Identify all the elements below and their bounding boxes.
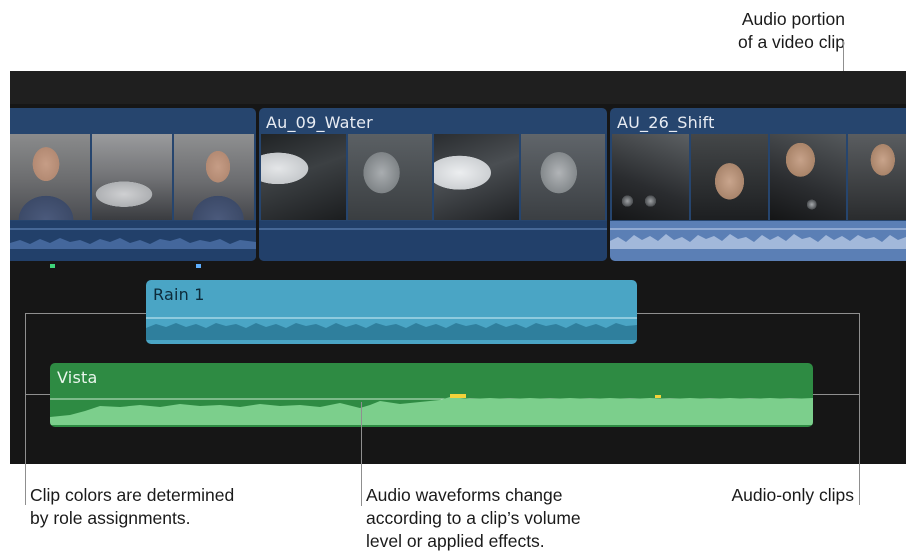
video-clip-au-09-water[interactable]: Au_09_Water (259, 108, 607, 261)
audio-waveform (50, 394, 813, 425)
clip-name: AU_26_Shift (617, 113, 715, 132)
clip-name: Au_09_Water (266, 113, 373, 132)
audio-clip-vista[interactable]: Vista (50, 363, 813, 427)
peak-warning (655, 395, 661, 398)
clip-audio-portion[interactable] (10, 221, 256, 261)
thumbnail-frame (10, 134, 90, 220)
thumbnail-frame (261, 134, 346, 220)
thumbnail-frame (848, 134, 906, 220)
thumbnail-frame (520, 134, 605, 220)
callout-audio-only-leader (859, 313, 860, 505)
audio-waveform (10, 228, 256, 249)
audio-waveform (259, 228, 607, 230)
timeline-top-strip (10, 71, 906, 104)
clip-audio-portion-selected[interactable] (610, 221, 906, 261)
callout-audio-only: Audio-only clips (731, 485, 854, 505)
callout-audio-only-leader (813, 394, 859, 395)
callout-audio-only-leader (637, 313, 859, 314)
callout-clip-colors: Clip colors are determined by role assig… (30, 485, 235, 528)
filmstrip (10, 134, 254, 220)
thumbnail-frame (769, 134, 847, 220)
thumbnail-frame (612, 134, 689, 220)
audio-waveform (610, 228, 906, 249)
thumbnail-frame (434, 134, 519, 220)
callout-audio-portion: Audio portion of a video clip (737, 9, 845, 52)
thumbnail-frame (92, 134, 172, 220)
clip-name: Rain 1 (153, 285, 205, 304)
video-clip-interview[interactable] (10, 108, 256, 261)
callout-clip-colors-leader (25, 394, 50, 395)
clip-marker-green[interactable] (50, 264, 55, 268)
audio-clip-rain-1[interactable]: Rain 1 (146, 280, 637, 344)
timeline[interactable]: Au_09_Water AU_26_Shift Rain 1 Vista (10, 71, 906, 464)
callout-waveforms: Audio waveforms change according to a cl… (366, 485, 581, 551)
thumbnail-frame (347, 134, 432, 220)
filmstrip (612, 134, 906, 220)
peak-warning (450, 394, 466, 398)
callout-clip-colors-leader (25, 313, 146, 314)
clip-audio-portion[interactable] (259, 221, 607, 261)
callout-clip-colors-leader (25, 313, 26, 505)
video-clip-au-26-shift[interactable]: AU_26_Shift (610, 108, 906, 261)
filmstrip (261, 134, 605, 220)
thumbnail-frame (690, 134, 768, 220)
callout-waveforms-leader (361, 402, 362, 506)
audio-waveform (146, 317, 637, 340)
thumbnail-frame (174, 134, 254, 220)
clip-name: Vista (57, 368, 98, 387)
clip-marker-blue[interactable] (196, 264, 201, 268)
